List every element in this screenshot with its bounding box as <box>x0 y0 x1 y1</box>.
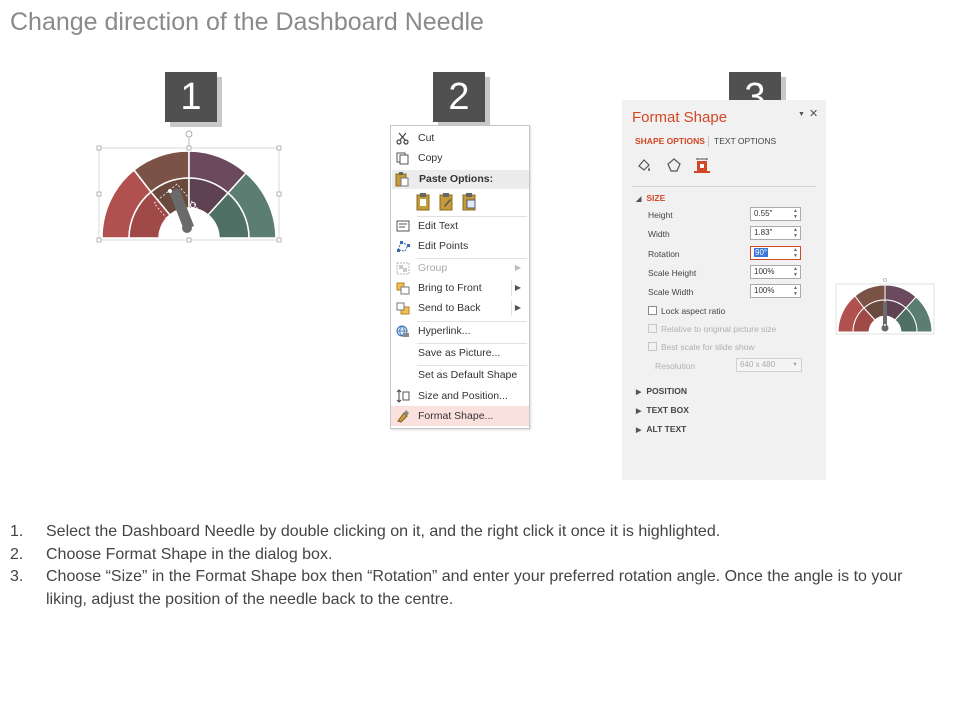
checkbox-label: Lock aspect ratio <box>661 306 726 316</box>
section-text-box[interactable]: ▶ TEXT BOX <box>636 405 689 415</box>
paste-options-header: Paste Options: <box>392 170 529 189</box>
submenu-arrow-icon[interactable]: ▶ <box>515 283 521 292</box>
spinner-icon[interactable]: ▲ ▼ <box>793 208 798 220</box>
group-icon <box>395 261 410 275</box>
lock-aspect-ratio-checkbox[interactable] <box>648 306 657 315</box>
field-label-width: Width <box>648 229 670 239</box>
context-menu: Cut Copy Paste Options: Edit Text Edit P… <box>390 125 530 429</box>
edit-points-icon <box>395 239 410 253</box>
field-label-height: Height <box>648 210 673 220</box>
format-shape-pane: Format Shape ▼ ✕ SHAPE OPTIONS TEXT OPTI… <box>622 100 826 480</box>
page-title: Change direction of the Dashboard Needle <box>10 8 484 36</box>
menu-item-label: Edit Points <box>418 240 469 252</box>
menu-item-label: Format Shape... <box>418 410 494 422</box>
dashboard-gauge-rotated[interactable] <box>834 278 936 336</box>
edit-text-icon <box>395 219 410 233</box>
size-position-icon <box>395 389 410 403</box>
menu-item-cut[interactable]: Cut <box>391 128 529 148</box>
collapse-icon: ◢ <box>636 196 642 203</box>
menu-item-edit-points[interactable]: Edit Points <box>391 236 529 256</box>
menu-item-set-default-shape[interactable]: Set as Default Shape <box>391 365 529 385</box>
tab-divider <box>708 136 709 147</box>
scale-height-input[interactable]: 100% ▲ ▼ <box>750 265 801 279</box>
resolution-label: Resolution <box>655 361 696 371</box>
menu-item-label: Edit Text <box>418 220 459 232</box>
step-badge-1: 1 <box>165 72 217 122</box>
paste-options-row <box>415 192 478 211</box>
scissors-icon <box>395 131 410 145</box>
menu-item-label: Save as Picture... <box>418 347 501 359</box>
section-alt-text[interactable]: ▶ ALT TEXT <box>636 424 686 434</box>
menu-item-bring-to-front[interactable]: Bring to Front ▶ <box>391 278 529 298</box>
field-label-scale-width: Scale Width <box>648 287 694 297</box>
resolution-select: 640 x 480 ▼ <box>736 358 802 372</box>
bring-to-front-icon <box>395 281 410 295</box>
paste-icon <box>395 172 409 190</box>
spinner-icon[interactable]: ▲ ▼ <box>793 285 798 297</box>
menu-item-label: Send to Back <box>418 302 481 314</box>
menu-item-label: Cut <box>418 132 435 144</box>
menu-item-group: Group ▶ <box>391 258 529 278</box>
menu-item-label: Paste Options: <box>419 173 494 185</box>
submenu-arrow-icon[interactable]: ▶ <box>515 303 521 312</box>
list-item: 1. Select the Dashboard Needle by double… <box>10 523 721 540</box>
dashboard-gauge-selected[interactable] <box>96 130 282 246</box>
fill-line-icon[interactable] <box>636 157 652 173</box>
section-size[interactable]: ◢ SIZE <box>636 193 665 203</box>
best-scale-checkbox <box>648 342 657 351</box>
pane-title: Format Shape <box>632 109 728 126</box>
menu-item-size-and-position[interactable]: Size and Position... <box>391 386 529 406</box>
submenu-divider <box>511 280 512 296</box>
pane-divider <box>632 186 816 187</box>
effects-icon[interactable] <box>666 157 682 173</box>
send-to-back-icon <box>395 301 410 315</box>
menu-item-label: Bring to Front <box>418 282 482 294</box>
spinner-icon[interactable]: ▲ ▼ <box>793 227 798 239</box>
expand-icon: ▶ <box>636 389 642 396</box>
menu-item-label: Hyperlink... <box>418 325 471 337</box>
pane-options-dropdown-icon[interactable]: ▼ <box>798 111 805 118</box>
spinner-icon[interactable]: ▲ ▼ <box>793 247 798 259</box>
hyperlink-icon <box>395 324 410 338</box>
section-position[interactable]: ▶ POSITION <box>636 386 687 396</box>
menu-item-label: Group <box>418 262 448 274</box>
rotation-input[interactable]: 90° ▲ ▼ <box>750 246 801 260</box>
copy-icon <box>395 151 410 165</box>
format-shape-icon <box>395 409 410 423</box>
menu-item-hyperlink[interactable]: Hyperlink... <box>391 321 529 341</box>
spinner-icon[interactable]: ▲ ▼ <box>793 266 798 278</box>
tab-shape-options[interactable]: SHAPE OPTIONS <box>635 136 705 146</box>
expand-icon: ▶ <box>636 427 642 434</box>
menu-item-label: Copy <box>418 152 443 164</box>
menu-item-label: Size and Position... <box>418 390 508 402</box>
paste-keep-theme-icon[interactable] <box>415 192 432 211</box>
instructions-list: 1. Select the Dashboard Needle by double… <box>10 521 940 611</box>
submenu-divider <box>511 300 512 316</box>
checkbox-label: Best scale for slide show <box>661 342 755 352</box>
step-badge-2: 2 <box>433 72 485 122</box>
menu-item-label: Set as Default Shape <box>418 369 518 381</box>
submenu-arrow-icon: ▶ <box>514 263 521 272</box>
paste-picture-icon[interactable] <box>461 192 478 211</box>
menu-item-send-to-back[interactable]: Send to Back ▶ <box>391 298 529 318</box>
checkbox-label: Relative to original picture size <box>661 324 777 334</box>
menu-item-save-as-picture[interactable]: Save as Picture... <box>391 343 529 363</box>
chevron-down-icon: ▼ <box>792 362 798 368</box>
list-item: 3. Choose “Size” in the Format Shape box… <box>10 568 903 608</box>
list-item: 2. Choose Format Shape in the dialog box… <box>10 545 333 563</box>
tab-text-options[interactable]: TEXT OPTIONS <box>714 136 776 146</box>
field-label-scale-height: Scale Height <box>648 268 697 278</box>
scale-width-input[interactable]: 100% ▲ ▼ <box>750 284 801 298</box>
menu-item-edit-text[interactable]: Edit Text <box>391 216 529 236</box>
expand-icon: ▶ <box>636 408 642 415</box>
close-icon[interactable]: ✕ <box>809 107 818 120</box>
size-properties-icon[interactable] <box>694 157 710 173</box>
height-input[interactable]: 0.55" ▲ ▼ <box>750 207 801 221</box>
menu-item-copy[interactable]: Copy <box>391 148 529 168</box>
paste-keep-format-icon[interactable] <box>438 192 455 211</box>
field-label-rotation: Rotation <box>648 249 680 259</box>
relative-size-checkbox <box>648 324 657 333</box>
width-input[interactable]: 1.83" ▲ ▼ <box>750 226 801 240</box>
menu-item-format-shape[interactable]: Format Shape... <box>391 406 529 426</box>
